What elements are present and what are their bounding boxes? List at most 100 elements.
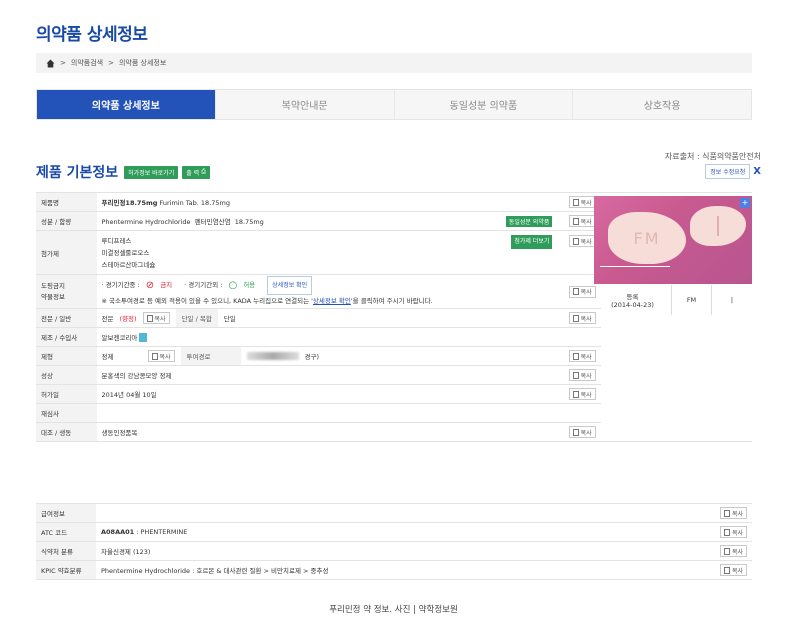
zoom-plus-icon[interactable]: + [740, 198, 750, 208]
company-icon[interactable] [139, 333, 148, 343]
reexam-value [96, 403, 561, 423]
copy-icon [572, 217, 579, 225]
copy-icon [572, 352, 579, 360]
copy-icon [723, 547, 730, 555]
copy-label: 복사 [580, 238, 592, 246]
scale-ruler [600, 266, 670, 267]
copy-icon [572, 314, 579, 322]
copy-label: 복사 [580, 353, 592, 361]
doping-note: ※ 국소투여경로 등 예외 적용이 있을 수 있으니, KADA 누리집으로 연… [102, 295, 556, 308]
copy-button[interactable]: 복사 [568, 215, 596, 227]
same-ingredient-button[interactable]: 동일성분 의약품 [505, 215, 553, 227]
copy-label: 복사 [731, 510, 743, 518]
approval-info-button[interactable]: 허가정보 바로가기 [124, 165, 179, 179]
copy-button[interactable]: 복사 [719, 545, 747, 557]
table-row: KPIC 약효분류 Phentermine Hydrochloride : 호르… [36, 560, 752, 580]
allowed-icon: ○ [228, 279, 238, 291]
allowed-text: 허용 [243, 280, 256, 289]
info-request-button[interactable]: 정보 수정요청 [705, 164, 751, 179]
copy-button[interactable]: 복사 [719, 507, 747, 519]
copy-button[interactable]: 복사 [147, 350, 175, 362]
copy-button[interactable]: 복사 [719, 564, 747, 576]
copy-button[interactable]: 복사 [568, 196, 596, 208]
printer-icon: ⎙ [201, 168, 206, 175]
combo-label: 단일 / 복합 [175, 309, 218, 327]
section-title: 제품 기본정보 [36, 165, 119, 181]
breadcrumb-sep: > [108, 59, 114, 67]
copy-button[interactable]: 복사 [568, 350, 596, 362]
marking-back: | [730, 296, 734, 304]
in-competition-label: · 경기기간중 : [101, 280, 140, 289]
detail-info-button[interactable]: 상세정보 확인 [267, 275, 313, 295]
marking-status: 등록 (2014-04-23) [594, 285, 672, 315]
additive-item: 미결정셀룰로오스 [101, 248, 150, 257]
copy-label: 복사 [580, 429, 592, 437]
row-label: 성분 / 함량 [36, 211, 97, 231]
product-name-cell: 푸리민정18.75mg Furimin Tab. 18.75mg [96, 192, 561, 212]
copy-label: 복사 [580, 315, 592, 323]
copy-button[interactable]: 복사 [568, 388, 596, 400]
copy-label: 복사 [580, 372, 592, 380]
tab-medication-guide[interactable]: 복약안내문 [216, 90, 395, 119]
redacted-area [246, 352, 299, 360]
row-label: 제품명 [36, 192, 97, 212]
pill-imprint: FM [633, 228, 661, 248]
copy-button[interactable]: 복사 [719, 526, 747, 538]
drug-info-label: 약물정보 [41, 292, 65, 301]
combo-value: 단일 [223, 315, 236, 323]
table-row: ATC 코드 A08AA01 : PHENTERMINE 복사 [36, 522, 752, 542]
print-button[interactable]: 출 력 ⎙ [182, 165, 210, 179]
out-competition-label: · 경기기간외 : [184, 280, 223, 289]
row-label: 제형 [36, 346, 97, 366]
print-label: 출 력 [186, 169, 200, 177]
tab-interaction[interactable]: 상호작용 [573, 90, 751, 119]
section-header: 제품 기본정보 허가정보 바로가기 출 력 ⎙ [36, 162, 210, 182]
copy-button[interactable]: 복사 [568, 235, 596, 247]
row-label: 급여정보 [36, 503, 96, 523]
copy-label: 복사 [159, 353, 171, 361]
product-name: 푸리민정18.75mg [101, 199, 158, 207]
route-value: 경구) [304, 353, 320, 361]
tab-bar: 의약품 상세정보 복약안내문 동일성분 의약품 상호작용 [36, 89, 752, 120]
copy-label: 복사 [731, 529, 743, 537]
pill-image[interactable]: FM + [594, 196, 752, 284]
detail-info-link[interactable]: 상세정보 확인 [313, 297, 351, 305]
home-icon[interactable] [46, 59, 55, 68]
table-row: 식약처 분류 자율신경제 (123) 복사 [36, 541, 752, 561]
image-caption: 푸리민정 약 정보. 사진 | 약학정보원 [329, 605, 458, 615]
maker-value[interactable]: 알보젠코리아 [102, 334, 138, 342]
row-label: 대조 / 생동 [36, 422, 97, 442]
row-label: KPIC 약효분류 [36, 560, 96, 580]
row-label: 성상 [36, 365, 97, 385]
copy-icon [146, 314, 153, 322]
marking-code: FM [672, 285, 712, 315]
atc-name: : PHENTERMINE [134, 528, 188, 536]
bioequiv-value: 생동인정품목 [96, 422, 561, 442]
close-icon[interactable]: X [753, 166, 761, 177]
marking-status-label: 등록 [626, 293, 639, 301]
copy-button[interactable]: 복사 [568, 426, 596, 438]
doping-label: 도핑금지 [41, 281, 65, 290]
breadcrumb-sep: > [60, 59, 66, 67]
specialty-value: 전문 [101, 315, 114, 323]
pill-front: FM [608, 212, 686, 264]
copy-button[interactable]: 복사 [142, 312, 170, 324]
tab-same-ingredient[interactable]: 동일성분 의약품 [395, 90, 574, 119]
copy-button[interactable]: 복사 [568, 285, 596, 298]
data-source: 자료출처 : 식품의약품안전처 [664, 152, 761, 161]
prohibited-text: 금지 [160, 280, 173, 289]
copy-icon [572, 371, 579, 379]
tab-drug-detail[interactable]: 의약품 상세정보 [37, 90, 216, 119]
doping-cell: · 경기기간중 : ⊘ 금지 · 경기기간외 : ○ 허용 상세정보 확인 ※ 국소… [96, 274, 561, 309]
copy-button[interactable]: 복사 [568, 369, 596, 381]
atc-code: A08AA01 [101, 528, 135, 536]
route-label: 투여경로 [180, 347, 241, 365]
pill-marking: 등록 (2014-04-23) FM | [594, 285, 752, 315]
ingredient-ko: 펜터민염산염 [194, 217, 231, 226]
copy-button[interactable]: 복사 [568, 312, 596, 324]
additive-item: 스테아르산마그네슘 [101, 260, 156, 269]
breadcrumb-item-detail: 의약품 상세정보 [118, 59, 167, 67]
breadcrumb-item-search[interactable]: 의약품검색 [71, 58, 103, 68]
more-additive-button[interactable]: 첨가제 더보기 [511, 234, 553, 249]
copy-label: 복사 [580, 199, 592, 207]
